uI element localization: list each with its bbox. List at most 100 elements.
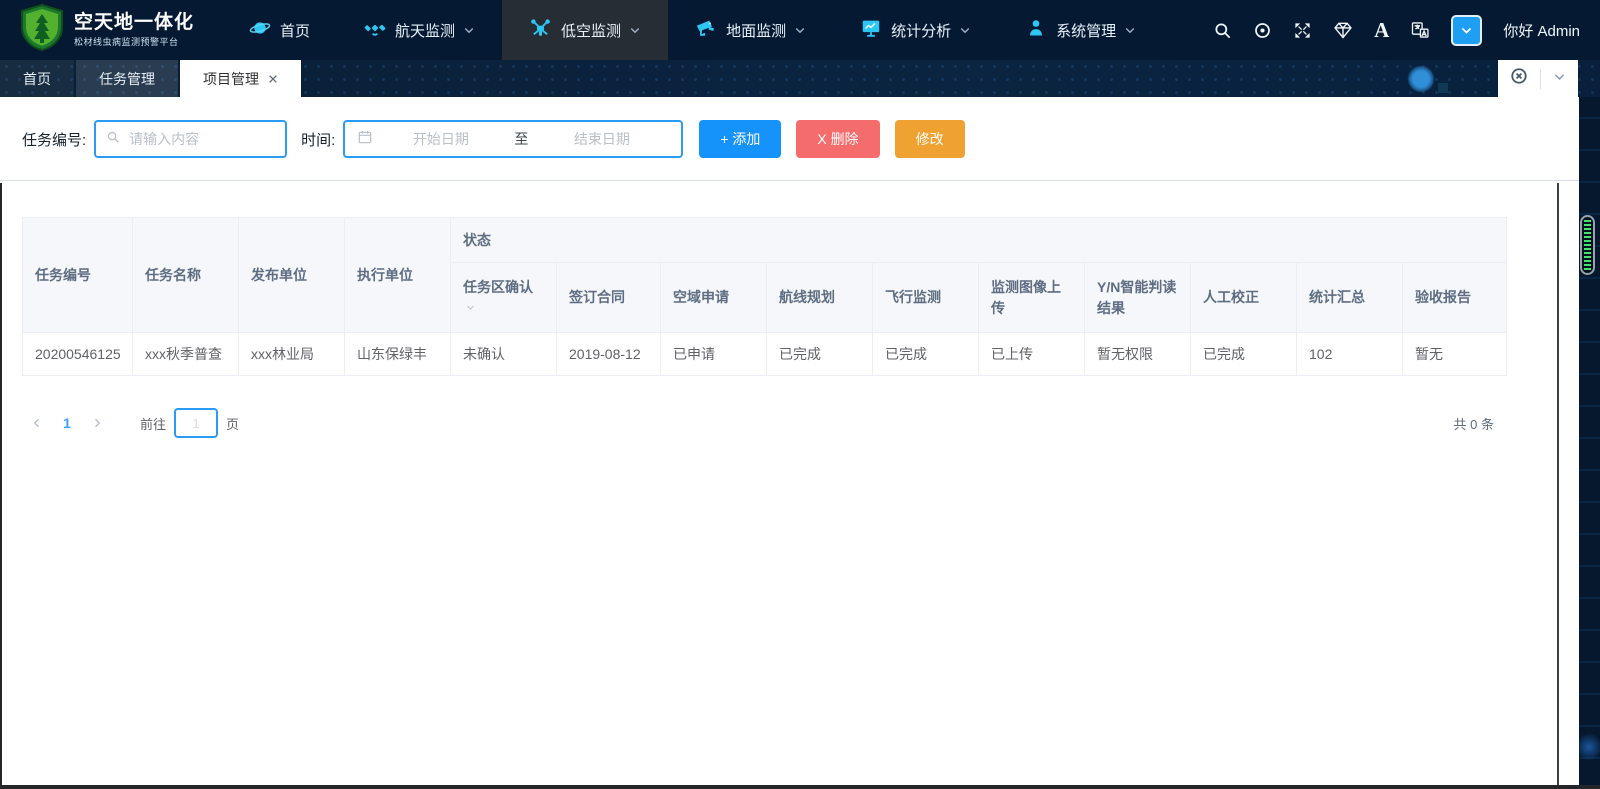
close-icon[interactable]: [268, 71, 278, 87]
cell-image-upload: 已上传: [979, 333, 1085, 376]
th-route-plan: 航线规划: [767, 263, 873, 333]
nav-item-statistics[interactable]: 统计分析: [833, 0, 998, 60]
chevron-down-icon: [629, 24, 641, 36]
th-acceptance-report: 验收报告: [1403, 263, 1507, 333]
task-no-input[interactable]: [127, 130, 275, 148]
th-area-confirm[interactable]: 任务区确认: [451, 263, 557, 333]
font-size-icon[interactable]: A: [1374, 20, 1389, 41]
nav-item-low-altitude-monitoring[interactable]: 低空监测: [502, 0, 668, 60]
tab-project-management[interactable]: 项目管理: [180, 60, 301, 97]
th-ai-result: Y/N智能判读结果: [1085, 263, 1191, 333]
gem-icon[interactable]: [1333, 20, 1353, 40]
th-flight-monitor: 飞行监测: [873, 263, 979, 333]
th-image-upload: 监测图像上传: [979, 263, 1085, 333]
section-divider: [0, 180, 1579, 181]
chevron-down-icon: [1124, 24, 1136, 36]
nav-item-label: 系统管理: [1056, 20, 1116, 41]
tab-label: 首页: [23, 69, 51, 89]
cctv-camera-icon: [695, 17, 717, 43]
user-greeting: 你好 Admin: [1503, 20, 1580, 41]
time-label: 时间:: [301, 129, 335, 150]
cell-ai-result: 暂无权限: [1085, 333, 1191, 376]
page-number[interactable]: 1: [52, 415, 82, 431]
satellite-icon: [364, 17, 386, 43]
target-icon[interactable]: [1253, 21, 1272, 40]
prev-page-button[interactable]: [22, 417, 52, 429]
translate-icon[interactable]: [1410, 20, 1430, 40]
th-airspace: 空域申请: [661, 263, 767, 333]
header-right-tools: A 你好 Admin: [1213, 15, 1600, 46]
th-task-no: 任务编号: [23, 218, 133, 333]
next-page-button[interactable]: [82, 417, 112, 429]
right-background-strip: [1579, 97, 1600, 789]
fullscreen-icon[interactable]: [1293, 21, 1312, 40]
shield-logo-icon: [20, 4, 64, 57]
tab-label: 任务管理: [99, 69, 155, 89]
cell-acceptance-report: 暂无: [1403, 333, 1507, 376]
chevron-down-icon: [463, 24, 475, 36]
th-manual-correct: 人工校正: [1191, 263, 1297, 333]
nav-item-space-monitoring[interactable]: 航天监测: [337, 0, 502, 60]
person-icon: [1025, 17, 1047, 43]
close-all-tabs-icon[interactable]: [1510, 67, 1528, 90]
date-range-picker[interactable]: 开始日期 至 结束日期: [343, 120, 683, 158]
tab-home[interactable]: 首页: [0, 60, 74, 97]
nav-item-system-management[interactable]: 系统管理: [998, 0, 1163, 60]
nav-item-label: 首页: [280, 20, 310, 41]
square-decoration: [1438, 83, 1448, 93]
cell-task-no: 20200546125: [23, 333, 133, 376]
range-separator: 至: [508, 129, 534, 149]
chevron-down-icon: [794, 24, 806, 36]
nav-item-label: 统计分析: [891, 20, 951, 41]
table-row[interactable]: 20200546125 xxx秋季普查 xxx林业局 山东保绿丰 未确认 201…: [23, 333, 1507, 376]
pagination: 1 前往 页 共 0 条: [22, 405, 1506, 441]
cell-executor: 山东保绿丰: [345, 333, 451, 376]
cell-airspace: 已申请: [661, 333, 767, 376]
tab-label: 项目管理: [203, 69, 259, 89]
tab-controls: [1498, 60, 1578, 97]
tab-task-management[interactable]: 任务管理: [76, 60, 178, 97]
chevron-down-icon[interactable]: [1553, 70, 1566, 88]
glow-dot-decoration: [1408, 66, 1434, 92]
cell-route-plan: 已完成: [767, 333, 873, 376]
chevron-down-icon: [959, 24, 971, 36]
monitor-chart-icon: [860, 17, 882, 43]
th-stats-summary: 统计汇总: [1297, 263, 1403, 333]
search-icon[interactable]: [1213, 21, 1232, 40]
start-date-placeholder[interactable]: 开始日期: [373, 129, 508, 149]
drone-icon: [529, 17, 552, 44]
cell-area-confirm: 未确认: [451, 333, 557, 376]
battery-decoration: [1580, 215, 1595, 275]
cell-publisher: xxx林业局: [239, 333, 345, 376]
cell-contract: 2019-08-12: [557, 333, 661, 376]
caret-down-icon[interactable]: [466, 303, 475, 312]
cell-flight-monitor: 已完成: [873, 333, 979, 376]
main-nav: 首页 航天监测: [222, 0, 1163, 60]
vertical-scrollbar[interactable]: [1557, 183, 1559, 785]
search-icon: [106, 130, 120, 149]
th-executor: 执行单位: [345, 218, 451, 333]
avatar[interactable]: [1451, 15, 1482, 46]
divider: [1540, 69, 1541, 89]
goto-page-group: 前往 页: [140, 408, 239, 438]
brand-logo-block: 空天地一体化 松材线虫病监测预警平台: [0, 4, 208, 57]
goto-label: 前往: [140, 414, 166, 433]
edit-button[interactable]: 修改: [895, 120, 965, 158]
add-button[interactable]: + 添加: [699, 120, 781, 158]
goto-page-input[interactable]: [174, 408, 218, 438]
cell-stats-summary: 102: [1297, 333, 1403, 376]
project-table: 任务编号 任务名称 发布单位 执行单位 状态 任务区确认 签订合同 空域申请 航…: [22, 217, 1507, 376]
end-date-placeholder[interactable]: 结束日期: [534, 129, 669, 149]
th-contract: 签订合同: [557, 263, 661, 333]
cell-manual-correct: 已完成: [1191, 333, 1297, 376]
nav-item-ground-monitoring[interactable]: 地面监测: [668, 0, 833, 60]
delete-button[interactable]: X 删除: [796, 120, 879, 158]
horizontal-scrollbar[interactable]: [0, 785, 1600, 789]
nav-item-home[interactable]: 首页: [222, 0, 337, 60]
filter-bar: 任务编号: 时间: 开始日期 至 结束日期 + 添加 X 删除 修改: [0, 97, 1579, 181]
calendar-icon: [357, 129, 373, 150]
brand-subtitle: 松材线虫病监测预警平台: [74, 37, 194, 47]
nav-item-label: 低空监测: [561, 20, 621, 41]
left-scroll-edge: [0, 183, 2, 785]
brand-title: 空天地一体化: [74, 12, 194, 34]
